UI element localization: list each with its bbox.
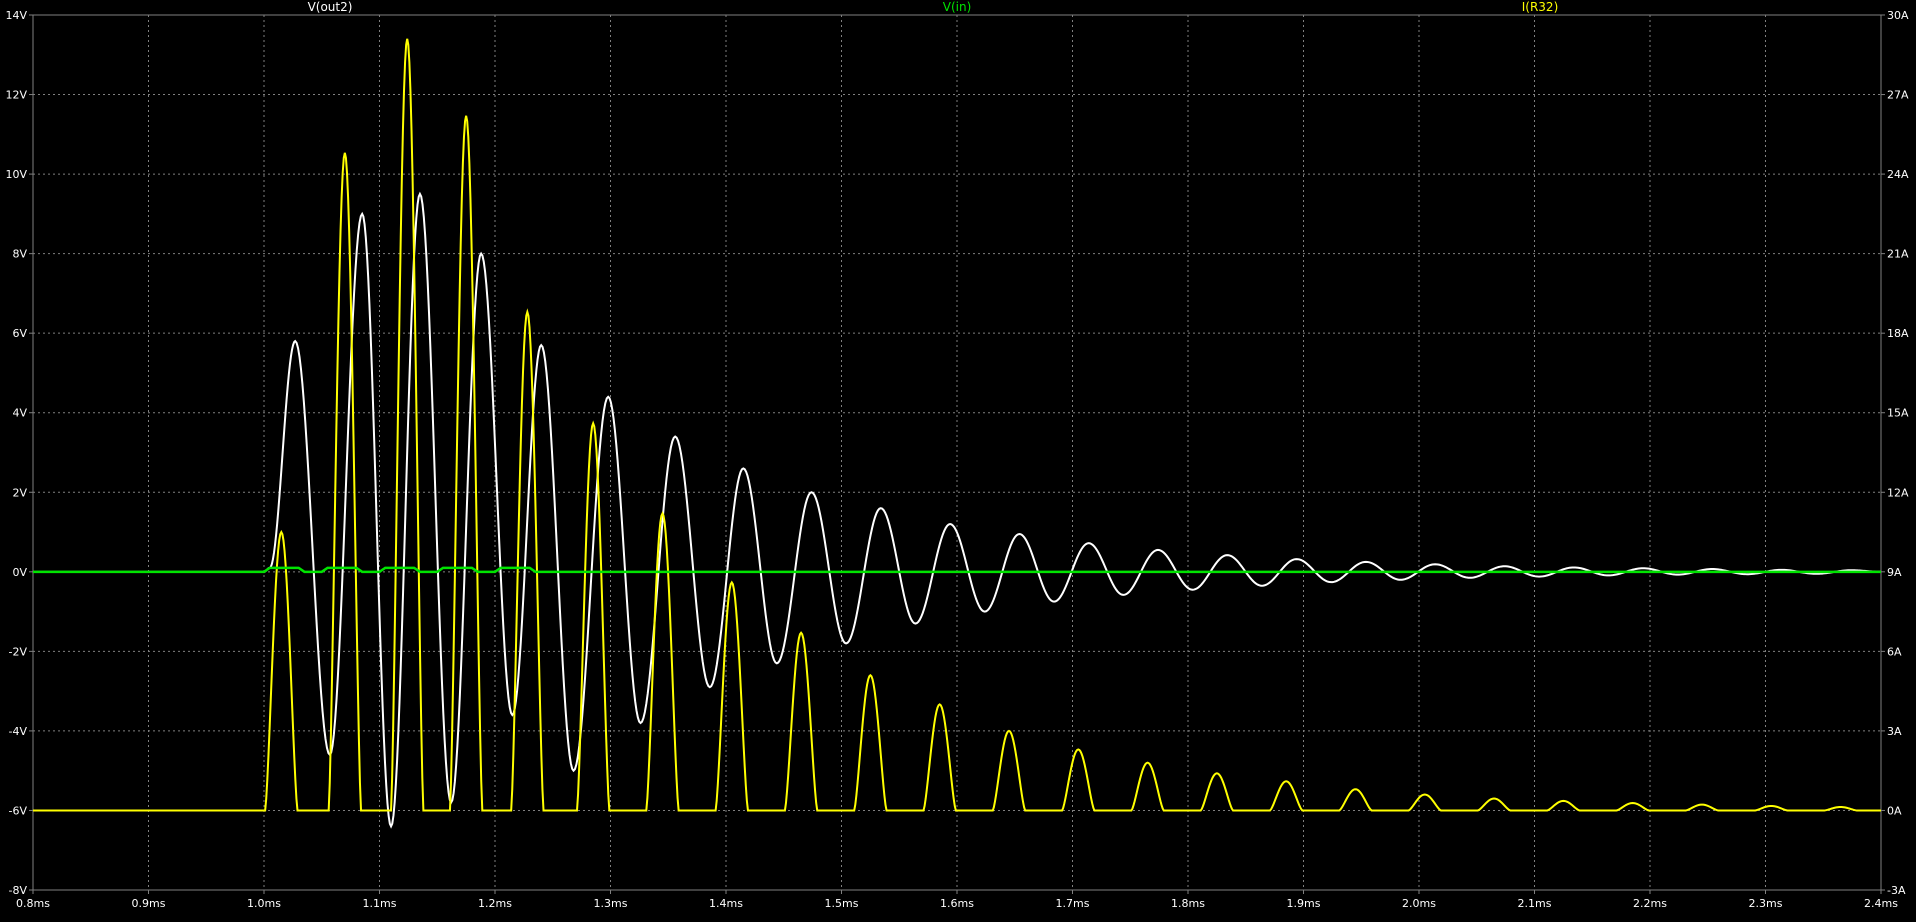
y-right-tick-label: 3A [1887,725,1902,738]
y-left-tick-label: 6V [12,327,27,340]
y-left-axis-ticks: -8V -6V -4V -2V 0V 2V 4V 6V 8V 10V 12V 14V [5,9,33,897]
y-left-tick-label: -8V [9,884,28,897]
x-tick-label: 2.1ms [1518,897,1552,910]
y-right-tick-label: -3A [1887,884,1906,897]
y-left-tick-label: -2V [9,645,28,658]
x-tick-label: 2.3ms [1749,897,1783,910]
y-right-tick-label: 9A [1887,566,1902,579]
x-tick-label: 1.0ms [247,897,281,910]
x-tick-label: 0.8ms [16,897,50,910]
y-left-tick-label: 0V [12,566,27,579]
y-left-tick-label: 14V [5,9,27,22]
legend-ir32[interactable]: I(R32) [1522,0,1559,14]
y-left-tick-label: 4V [12,407,27,420]
y-left-tick-label: 8V [12,248,27,261]
legend-vout2[interactable]: V(out2) [308,0,353,14]
y-left-tick-label: -4V [9,725,28,738]
x-tick-label: 0.9ms [132,897,166,910]
y-left-tick-label: 12V [5,89,27,102]
x-axis-ticks: 0.8ms 0.9ms 1.0ms 1.1ms 1.2ms 1.3ms 1.4ms 1.5ms… [16,890,1898,910]
y-right-tick-label: 30A [1887,9,1909,22]
y-left-tick-label: -6V [9,804,28,817]
waveform-plot: 0.8ms 0.9ms 1.0ms 1.1ms 1.2ms 1.3ms 1.4ms 1.5ms… [0,0,1916,917]
x-tick-label: 2.4ms [1864,897,1898,910]
x-tick-label: 1.7ms [1056,897,1090,910]
x-tick-label: 1.6ms [940,897,974,910]
x-tick-label: 2.2ms [1633,897,1667,910]
y-right-tick-label: 21A [1887,248,1909,261]
y-right-tick-label: 12A [1887,486,1909,499]
x-tick-label: 1.2ms [478,897,512,910]
x-tick-label: 1.5ms [825,897,859,910]
waveform-plot-svg: 0.8ms 0.9ms 1.0ms 1.1ms 1.2ms 1.3ms 1.4ms 1.5ms… [5,0,1909,910]
x-tick-label: 1.9ms [1287,897,1321,910]
y-right-tick-label: 15A [1887,407,1909,420]
y-right-tick-label: 27A [1887,89,1909,102]
x-tick-label: 2.0ms [1402,897,1436,910]
x-tick-label: 1.4ms [709,897,743,910]
y-right-tick-label: 0A [1887,804,1902,817]
y-left-tick-label: 2V [12,486,27,499]
y-right-axis-ticks: -3A 0A 3A 6A 9A 12A 15A 18A 21A 24A 27A 30A [1881,9,1909,897]
x-tick-label: 1.3ms [594,897,628,910]
y-right-tick-label: 6A [1887,645,1902,658]
x-tick-label: 1.8ms [1171,897,1205,910]
x-tick-label: 1.1ms [363,897,397,910]
y-right-tick-label: 18A [1887,327,1909,340]
y-right-tick-label: 24A [1887,168,1909,181]
y-left-tick-label: 10V [5,168,27,181]
legend-vin[interactable]: V(in) [943,0,972,14]
